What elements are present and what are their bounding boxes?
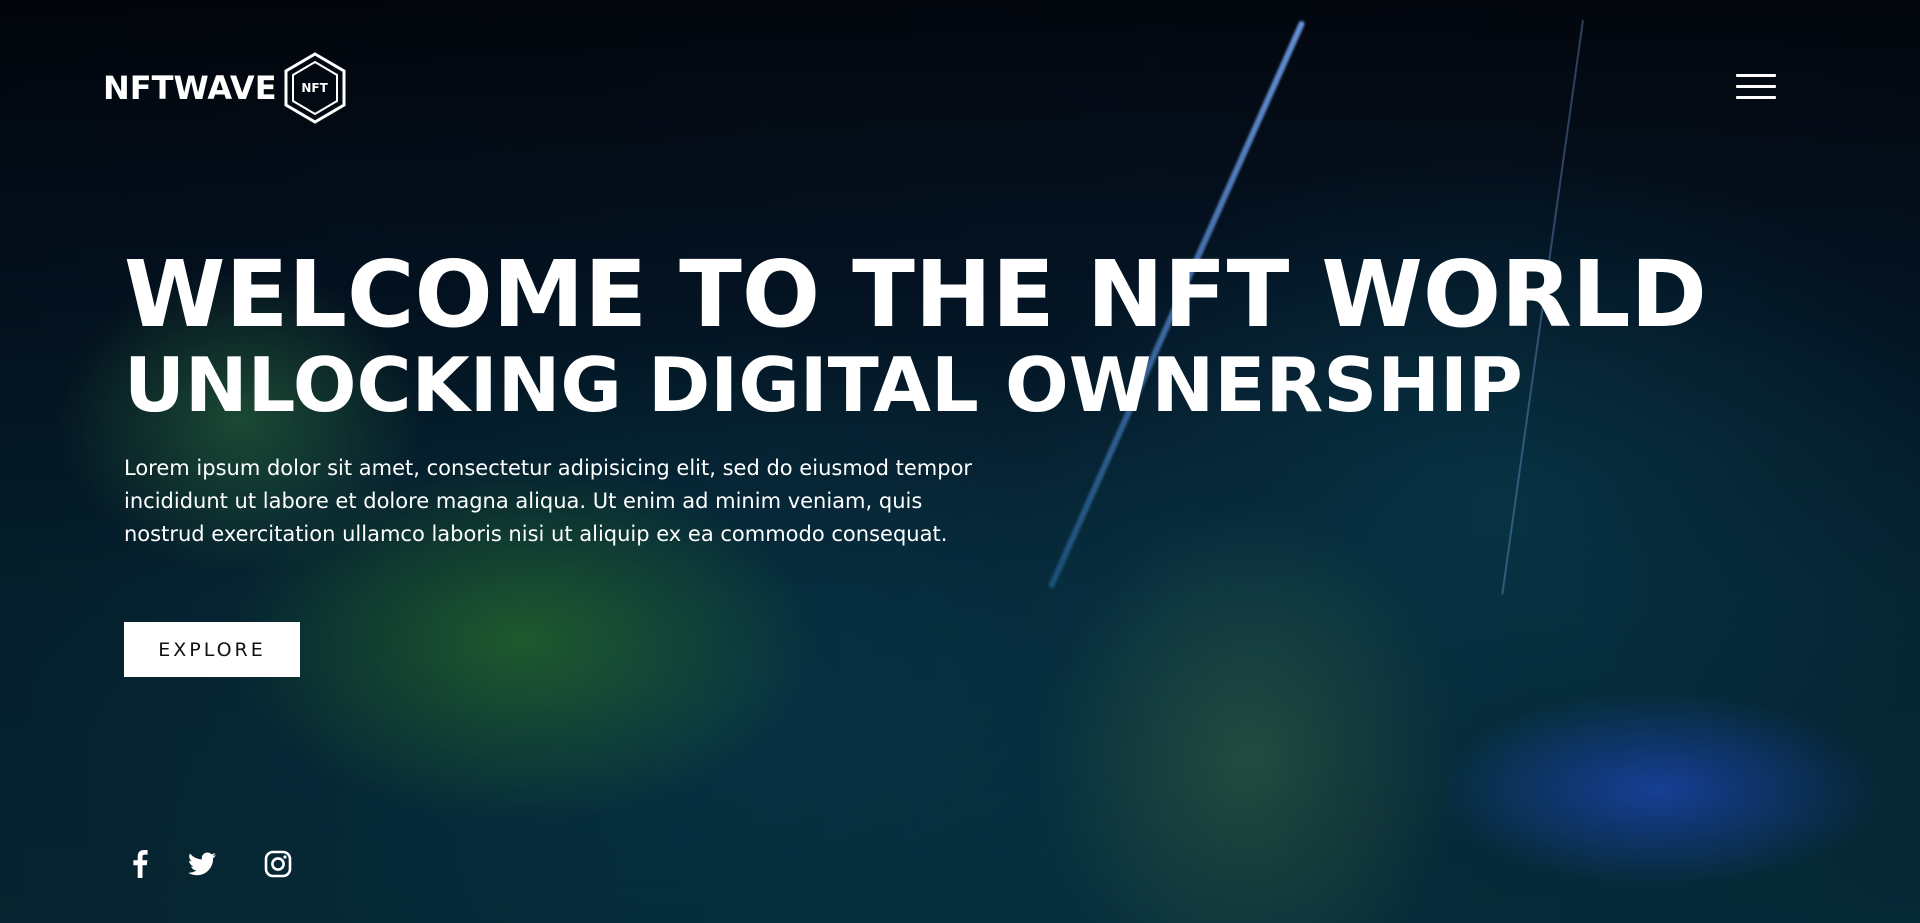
instagram-icon[interactable] [262,848,294,880]
brand-name: NFTWAVE [103,69,277,107]
hero-title: WELCOME TO THE NFT WORLD [124,241,1707,348]
brand-logo[interactable]: NFTWAVE NFT [103,52,347,124]
explore-button[interactable]: EXPLORE [124,622,300,677]
brand-badge-label: NFT [301,81,328,95]
hero-description: Lorem ipsum dolor sit amet, consectetur … [124,456,973,546]
hamburger-menu-icon[interactable] [1736,72,1778,102]
site-header: NFTWAVE NFT [0,0,1920,175]
nft-hexagon-icon: NFT [283,52,347,124]
hero-subtitle: UNLOCKING DIGITAL OWNERSHIP [124,341,1523,429]
facebook-icon[interactable] [124,848,156,880]
twitter-icon[interactable] [186,848,218,880]
hero-section: NFTWAVE NFT WELCOME TO THE NFT WORLD UNL… [0,0,1920,923]
